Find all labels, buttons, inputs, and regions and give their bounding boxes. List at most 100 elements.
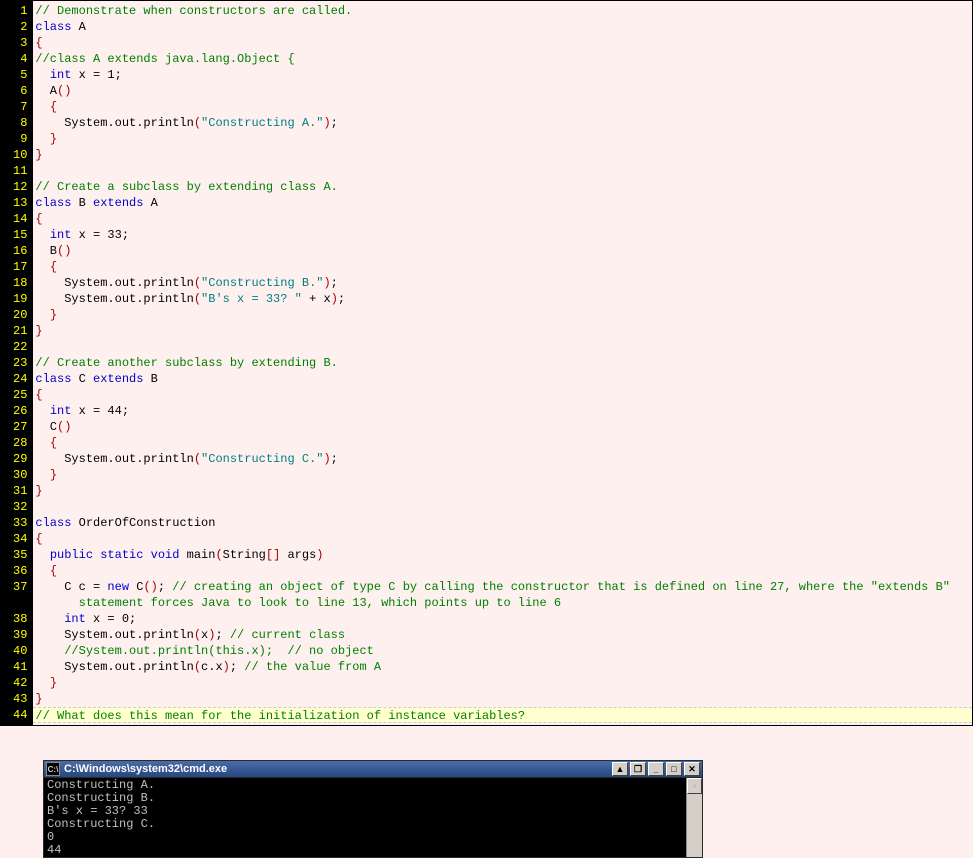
console-output[interactable]: Constructing A.Constructing B.B's x = 33… <box>43 778 703 858</box>
line-number: 25 <box>13 387 27 403</box>
titlebar-maximize-button[interactable]: □ <box>666 762 682 776</box>
line-number: 38 <box>13 611 27 627</box>
line-number: 17 <box>13 259 27 275</box>
line-number: 1 <box>13 3 27 19</box>
code-line[interactable]: class B extends A <box>35 195 972 211</box>
line-number: 19 <box>13 291 27 307</box>
line-number: 4 <box>13 51 27 67</box>
code-line[interactable]: System.out.println(c.x); // the value fr… <box>35 659 972 675</box>
code-line[interactable]: { <box>35 563 972 579</box>
code-line[interactable]: System.out.println("Constructing A."); <box>35 115 972 131</box>
line-number: 32 <box>13 499 27 515</box>
code-line[interactable]: //class A extends java.lang.Object { <box>35 51 972 67</box>
line-number: 36 <box>13 563 27 579</box>
code-line[interactable]: // What does this mean for the initializ… <box>33 707 972 723</box>
code-line[interactable]: } <box>35 307 972 323</box>
code-line[interactable]: class OrderOfConstruction <box>35 515 972 531</box>
console-title: C:\Windows\system32\cmd.exe <box>64 763 610 775</box>
code-line[interactable]: System.out.println("Constructing C."); <box>35 451 972 467</box>
line-number: 35 <box>13 547 27 563</box>
line-number: 30 <box>13 467 27 483</box>
code-line[interactable]: B() <box>35 243 972 259</box>
console-titlebar[interactable]: C:\ C:\Windows\system32\cmd.exe ▲ ❐ _ □ … <box>43 760 703 778</box>
line-number: 13 <box>13 195 27 211</box>
code-line[interactable]: } <box>35 483 972 499</box>
code-area[interactable]: // Demonstrate when constructors are cal… <box>33 1 972 725</box>
code-line[interactable]: System.out.println(x); // current class <box>35 627 972 643</box>
code-line[interactable]: { <box>35 259 972 275</box>
code-editor: 1234567891011121314151617181920212223242… <box>0 0 973 726</box>
line-number: 27 <box>13 419 27 435</box>
code-line[interactable]: // Create another subclass by extending … <box>35 355 972 371</box>
console-scrollbar[interactable]: ▲ <box>686 778 702 857</box>
line-number: 37 <box>13 579 27 595</box>
console-line: 44 <box>47 844 699 857</box>
code-line[interactable]: { <box>35 435 972 451</box>
line-number: 21 <box>13 323 27 339</box>
console-line: 0 <box>47 831 699 844</box>
line-number: 20 <box>13 307 27 323</box>
line-number: 8 <box>13 115 27 131</box>
code-line[interactable]: { <box>35 387 972 403</box>
line-number: 18 <box>13 275 27 291</box>
line-number: 10 <box>13 147 27 163</box>
line-number: 33 <box>13 515 27 531</box>
line-number: 14 <box>13 211 27 227</box>
code-line[interactable]: // Create a subclass by extending class … <box>35 179 972 195</box>
code-line[interactable]: { <box>35 35 972 51</box>
code-line[interactable]: System.out.println("B's x = 33? " + x); <box>35 291 972 307</box>
cmd-icon: C:\ <box>46 762 60 776</box>
code-line[interactable]: { <box>35 99 972 115</box>
titlebar-up-button[interactable]: ▲ <box>612 762 628 776</box>
code-line[interactable]: } <box>35 147 972 163</box>
line-number-gutter: 1234567891011121314151617181920212223242… <box>1 1 33 725</box>
code-line[interactable] <box>35 499 972 515</box>
code-line[interactable]: C c = new C(); // creating an object of … <box>35 579 972 595</box>
line-number: 2 <box>13 19 27 35</box>
code-line[interactable]: } <box>35 467 972 483</box>
code-line[interactable]: } <box>35 675 972 691</box>
line-number: 24 <box>13 371 27 387</box>
console-window: C:\ C:\Windows\system32\cmd.exe ▲ ❐ _ □ … <box>43 760 703 858</box>
code-line[interactable]: { <box>35 531 972 547</box>
line-number: 43 <box>13 691 27 707</box>
code-line[interactable]: { <box>35 211 972 227</box>
code-line[interactable] <box>35 163 972 179</box>
code-line-wrap[interactable]: statement forces Java to look to line 13… <box>35 595 972 611</box>
code-line[interactable]: class C extends B <box>35 371 972 387</box>
code-line[interactable]: C() <box>35 419 972 435</box>
code-line[interactable]: int x = 44; <box>35 403 972 419</box>
line-number: 6 <box>13 83 27 99</box>
code-line[interactable]: int x = 33; <box>35 227 972 243</box>
titlebar-close-button[interactable]: ✕ <box>684 762 700 776</box>
line-number: 7 <box>13 99 27 115</box>
line-number: 31 <box>13 483 27 499</box>
code-line[interactable]: // Demonstrate when constructors are cal… <box>35 3 972 19</box>
code-line[interactable]: int x = 0; <box>35 611 972 627</box>
code-line[interactable]: A() <box>35 83 972 99</box>
code-line[interactable]: } <box>35 691 972 707</box>
code-line[interactable]: public static void main(String[] args) <box>35 547 972 563</box>
code-line[interactable] <box>35 339 972 355</box>
code-line[interactable]: } <box>35 323 972 339</box>
code-line[interactable]: class A <box>35 19 972 35</box>
titlebar-minimize-button[interactable]: _ <box>648 762 664 776</box>
scroll-up-icon[interactable]: ▲ <box>687 778 702 794</box>
line-number: 23 <box>13 355 27 371</box>
console-line: Constructing C. <box>47 818 699 831</box>
code-line[interactable]: } <box>35 131 972 147</box>
line-number: 44 <box>13 707 27 723</box>
line-number: 3 <box>13 35 27 51</box>
line-number: 34 <box>13 531 27 547</box>
line-number: 9 <box>13 131 27 147</box>
line-number: 22 <box>13 339 27 355</box>
line-number: 40 <box>13 643 27 659</box>
code-line[interactable]: //System.out.println(this.x); // no obje… <box>35 643 972 659</box>
line-number: 29 <box>13 451 27 467</box>
line-number: 42 <box>13 675 27 691</box>
titlebar-restore-button[interactable]: ❐ <box>630 762 646 776</box>
code-line[interactable]: int x = 1; <box>35 67 972 83</box>
code-line[interactable]: System.out.println("Constructing B."); <box>35 275 972 291</box>
line-number: 26 <box>13 403 27 419</box>
line-number: 15 <box>13 227 27 243</box>
